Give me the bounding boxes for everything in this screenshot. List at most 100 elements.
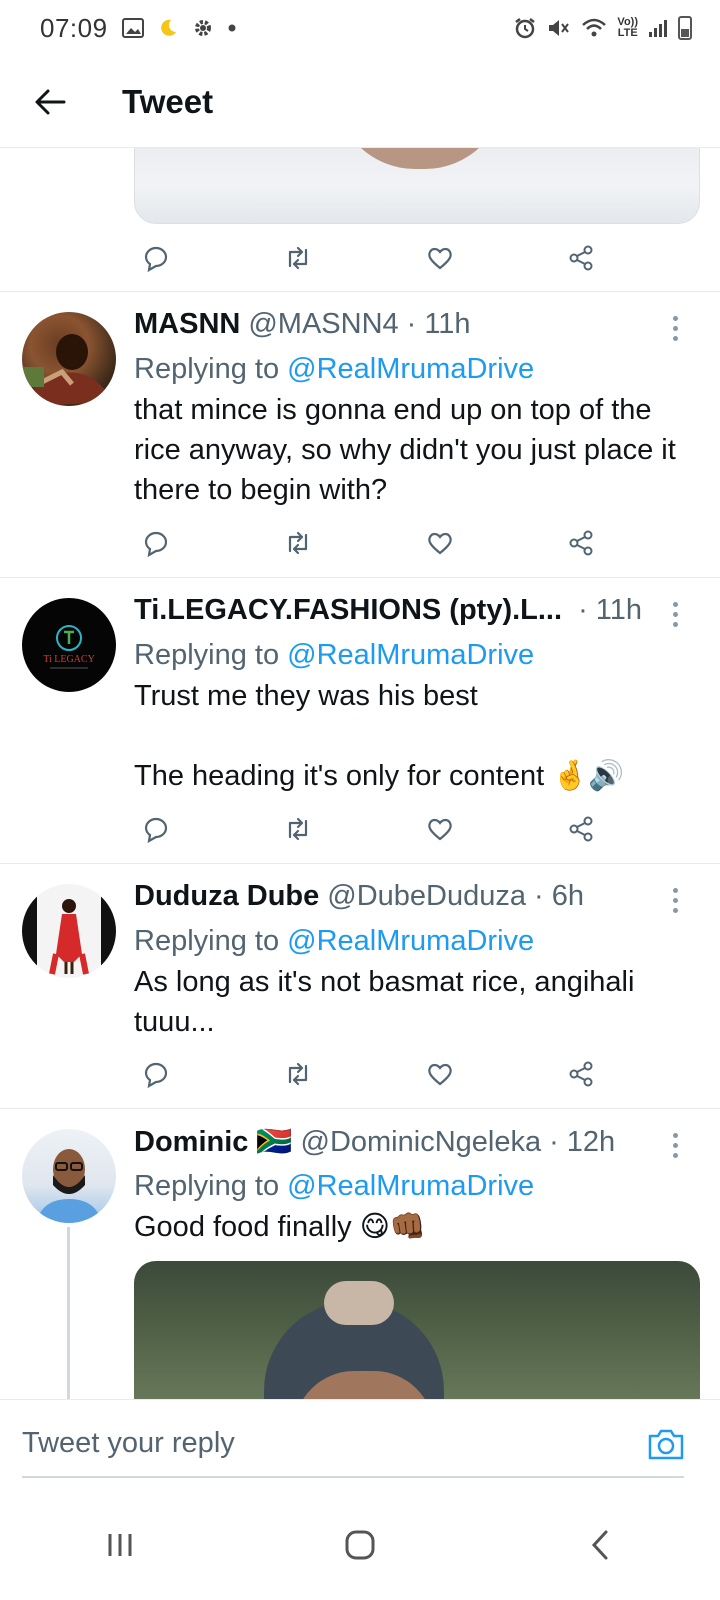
replying-label: Replying to — [134, 639, 280, 671]
mention-link[interactable]: @RealMrumaDrive — [287, 639, 534, 671]
more-options-button[interactable] — [660, 310, 690, 346]
separator: · — [406, 308, 417, 340]
app-header: Tweet — [0, 56, 720, 148]
separator: · — [534, 880, 544, 912]
timestamp[interactable]: 12h — [567, 1126, 615, 1159]
tweet-header: Dominic 🇿🇦 @DominicNgeleka · 12h — [134, 1125, 690, 1165]
tweet-actions — [134, 521, 604, 565]
tweet-body: MASNN @MASNN4 · 11h Replying to @RealMru… — [134, 308, 690, 510]
reply-tweet[interactable]: Duduza Dube @DubeDuduza · 6h Replying to… — [0, 864, 720, 1108]
like-button[interactable] — [418, 236, 462, 280]
dot-icon — [228, 24, 236, 32]
retweet-icon — [288, 817, 308, 841]
avatar[interactable] — [22, 884, 116, 978]
mention-link[interactable]: @RealMrumaDrive — [287, 1170, 534, 1202]
status-time: 07:09 — [40, 12, 108, 43]
timestamp[interactable]: 6h — [552, 880, 584, 913]
timestamp[interactable]: 11h — [596, 594, 642, 627]
separator: · — [578, 594, 588, 626]
share-icon — [569, 530, 593, 556]
retweet-button[interactable] — [276, 521, 320, 565]
retweet-button[interactable] — [276, 236, 320, 280]
like-button[interactable] — [418, 1052, 462, 1096]
replying-label: Replying to — [134, 1170, 280, 1202]
mention-link[interactable]: @RealMrumaDrive — [287, 353, 534, 385]
reply-tweet[interactable]: Dominic 🇿🇦 @DominicNgeleka · 12h Replyin… — [0, 1109, 720, 1428]
tweet-text: Good food finally 😋👊🏾 — [134, 1211, 427, 1243]
tweet-text: As long as it's not basmat rice, angihal… — [134, 966, 643, 1038]
display-name[interactable]: Duduza Dube — [134, 880, 319, 913]
avatar[interactable] — [22, 312, 116, 406]
like-button[interactable] — [418, 807, 462, 851]
wifi-icon — [581, 17, 607, 39]
input-underline — [22, 1476, 684, 1478]
recent-apps-icon — [108, 1533, 132, 1556]
replying-to: Replying to @RealMrumaDrive — [134, 920, 690, 962]
system-nav-bar — [0, 1489, 720, 1600]
camera-button[interactable] — [644, 1422, 688, 1466]
reply-button[interactable] — [134, 807, 178, 851]
arrow-left-icon — [35, 89, 66, 114]
retweet-icon — [288, 246, 308, 270]
user-handle[interactable]: @DominicNgeleka — [301, 1126, 542, 1159]
share-button[interactable] — [560, 807, 604, 851]
status-bar: 07:09 Vo)) LTE — [0, 0, 720, 56]
heart-icon — [428, 247, 452, 270]
avatar[interactable] — [22, 1129, 116, 1223]
tweet-actions — [134, 1052, 604, 1096]
reply-tweet[interactable]: MASNN @MASNN4 · 11h Replying to @RealMru… — [0, 292, 720, 577]
tweet-media-image[interactable] — [134, 148, 700, 224]
reply-tweet[interactable]: Ti LEGACY Ti.LEGACY.FASHIONS (pty).L... … — [0, 578, 720, 863]
recent-apps-button[interactable] — [80, 1505, 160, 1585]
replying-label: Replying to — [134, 353, 280, 385]
signal-icon — [648, 18, 668, 38]
gear-icon — [192, 17, 214, 39]
back-nav-button[interactable] — [560, 1505, 640, 1585]
like-button[interactable] — [418, 521, 462, 565]
tweet-media-image[interactable] — [134, 1261, 700, 1411]
display-name[interactable]: Ti.LEGACY.FASHIONS (pty).L... — [134, 594, 562, 627]
retweet-button[interactable] — [276, 1052, 320, 1096]
more-options-button[interactable] — [660, 1127, 690, 1163]
page-title: Tweet — [122, 82, 214, 120]
more-options-button[interactable] — [660, 596, 690, 632]
heart-icon — [428, 818, 452, 841]
reply-button[interactable] — [134, 236, 178, 280]
more-options-button[interactable] — [660, 882, 690, 918]
share-button[interactable] — [560, 521, 604, 565]
timestamp[interactable]: 11h — [424, 308, 470, 341]
replying-to: Replying to @RealMrumaDrive — [134, 634, 690, 676]
share-button[interactable] — [560, 1052, 604, 1096]
tweet-reply-input[interactable] — [22, 1418, 622, 1468]
reply-button[interactable] — [134, 1052, 178, 1096]
home-button[interactable] — [320, 1505, 400, 1585]
user-handle[interactable]: @MASNN4 — [248, 308, 398, 341]
camera-icon — [648, 1429, 684, 1460]
reply-feed[interactable]: MASNN @MASNN4 · 11h Replying to @RealMru… — [0, 148, 720, 1428]
share-button[interactable] — [560, 236, 604, 280]
comment-icon — [144, 1062, 168, 1088]
retweet-button[interactable] — [276, 807, 320, 851]
user-handle[interactable]: @DubeDuduza — [327, 880, 526, 913]
tweet-actions — [134, 236, 604, 280]
legacy-logo-text: Ti LEGACY — [43, 654, 95, 665]
retweet-icon — [288, 1062, 308, 1086]
home-icon — [345, 1530, 375, 1559]
gallery-icon — [121, 18, 144, 38]
moon-icon — [158, 18, 178, 38]
tweet-header: MASNN @MASNN4 · 11h — [134, 308, 690, 348]
mention-link[interactable]: @RealMrumaDrive — [287, 925, 534, 957]
avatar[interactable]: Ti LEGACY — [22, 598, 116, 692]
thread-line — [67, 1227, 70, 1428]
reply-button[interactable] — [134, 521, 178, 565]
tweet-text: that mince is gonna end up on top of the… — [134, 394, 684, 506]
replying-to: Replying to @RealMrumaDrive — [134, 348, 690, 390]
share-icon — [569, 245, 593, 271]
volte-icon: Vo)) LTE — [617, 16, 638, 39]
back-button[interactable] — [20, 72, 80, 132]
display-name[interactable]: Dominic — [134, 1126, 248, 1159]
display-name[interactable]: MASNN — [134, 308, 240, 341]
heart-icon — [428, 1063, 452, 1086]
share-icon — [569, 816, 593, 842]
battery-icon — [678, 16, 692, 40]
